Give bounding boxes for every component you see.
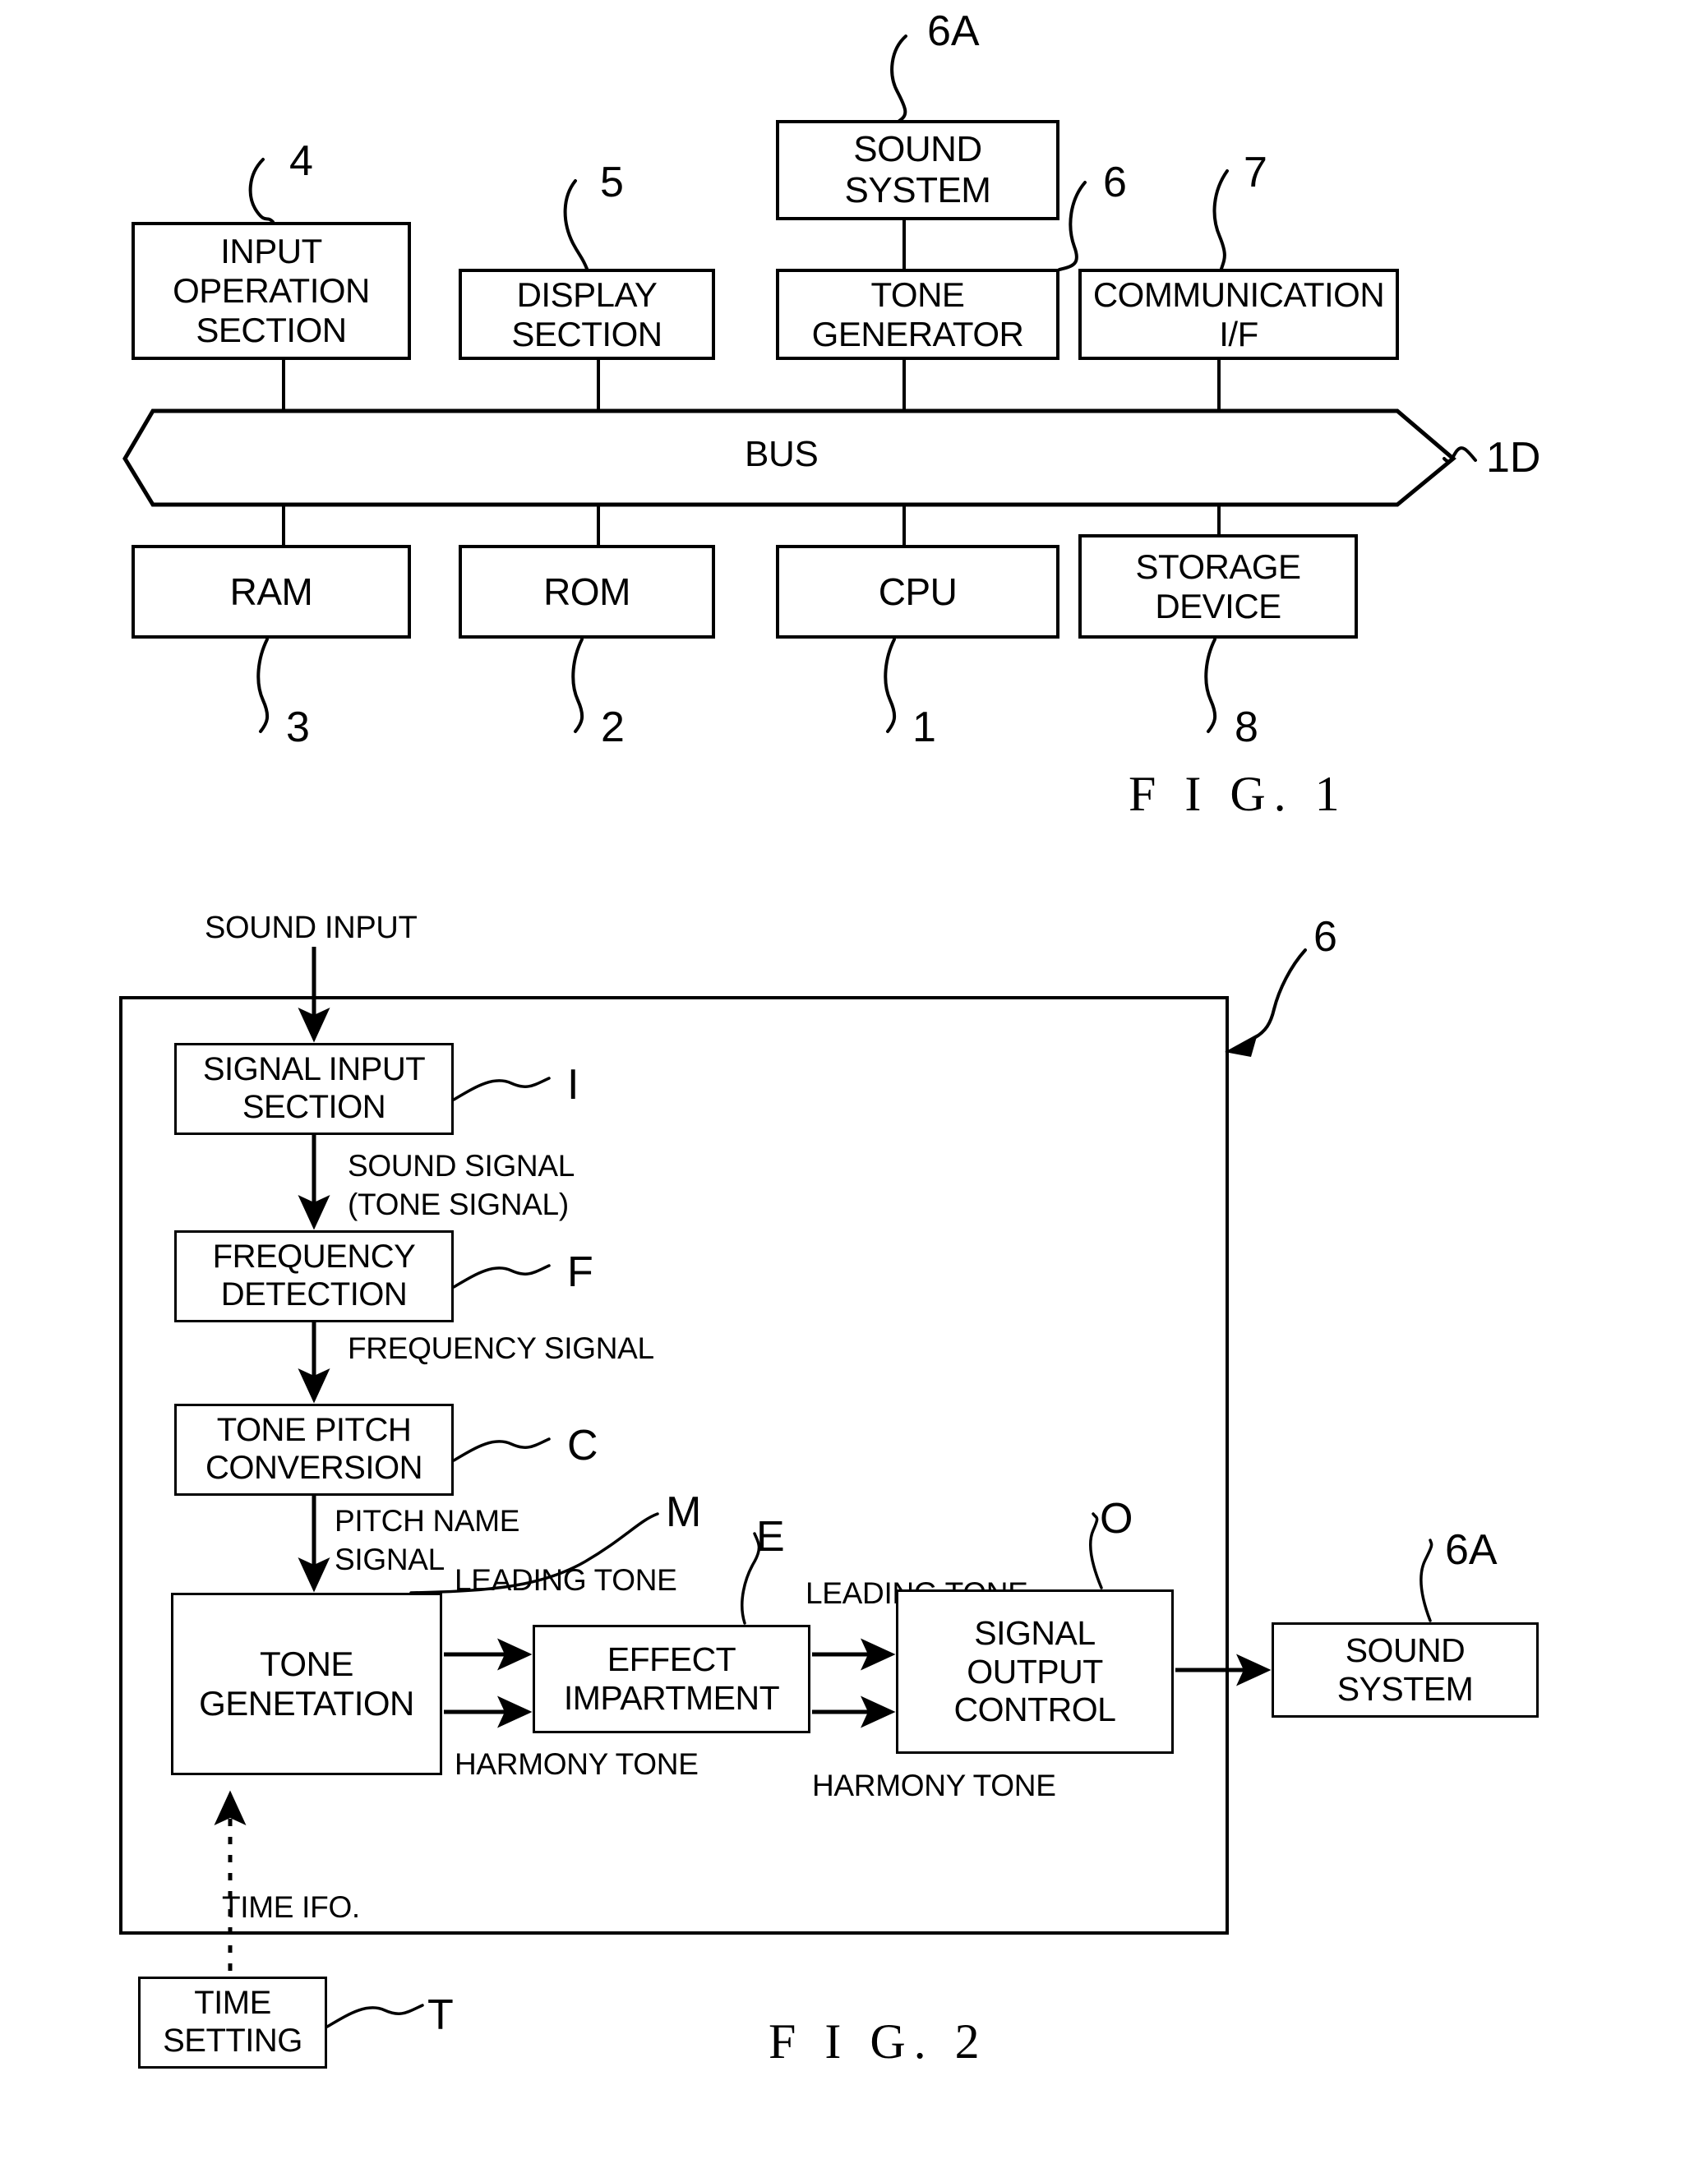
ref-label-o: O: [1100, 1495, 1133, 1543]
box-cpu: CPU: [776, 545, 1059, 639]
ref-label-f: F: [567, 1248, 593, 1296]
label-time-info: TIME IFO.: [222, 1890, 360, 1924]
sound-input-label: SOUND INPUT: [205, 911, 418, 945]
box-ram: RAM: [132, 545, 411, 639]
box-time-setting-line1: TIME: [194, 1985, 271, 2022]
box-sound-system-fig1-line1: SOUND: [853, 128, 982, 169]
label-harmony-tone-right: HARMONY TONE: [812, 1769, 1056, 1802]
box-signal-output-control-line1: SIGNAL: [974, 1613, 1096, 1652]
ref-label-i: I: [567, 1061, 579, 1109]
ref-label-3: 3: [286, 704, 310, 751]
connector-tone-generator-to-bus: [902, 360, 906, 411]
label-frequency-signal: FREQUENCY SIGNAL: [348, 1331, 654, 1365]
connector-display-to-bus: [597, 360, 600, 411]
box-storage-device: STORAGE DEVICE: [1078, 534, 1358, 639]
label-sound-signal-1: SOUND SIGNAL: [348, 1149, 575, 1183]
box-signal-output-control-line2: OUTPUT: [967, 1652, 1103, 1691]
box-tone-generation-line1: TONE: [260, 1645, 353, 1684]
label-pitch-name-1: PITCH NAME: [335, 1504, 520, 1538]
box-tone-generator-line1: TONE: [870, 274, 965, 314]
ref-label-1d: 1D: [1486, 434, 1541, 482]
box-signal-input-section-line1: SIGNAL INPUT: [202, 1051, 426, 1088]
box-effect-impartment-line2: IMPARTMENT: [563, 1679, 780, 1717]
box-signal-input-section-line2: SECTION: [242, 1089, 386, 1125]
box-communication-if-line1: COMMUNICATION: [1092, 274, 1385, 314]
box-signal-output-control-line3: CONTROL: [953, 1691, 1116, 1729]
connector-bus-to-rom: [597, 505, 600, 546]
box-cpu-label: CPU: [878, 570, 958, 613]
box-tone-generation: TONE GENETATION: [171, 1593, 442, 1775]
box-rom-label: ROM: [543, 570, 630, 613]
label-pitch-name-2: SIGNAL: [335, 1543, 445, 1576]
ref-label-6a-fig1: 6A: [927, 7, 980, 55]
ref-label-6-fig1: 6: [1103, 159, 1127, 206]
box-rom: ROM: [459, 545, 715, 639]
box-tone-pitch-conversion-line2: CONVERSION: [205, 1450, 422, 1486]
box-tone-pitch-conversion-line1: TONE PITCH: [216, 1412, 412, 1449]
ref-label-e: E: [756, 1513, 785, 1561]
box-sound-system-fig2: SOUND SYSTEM: [1272, 1622, 1539, 1718]
box-sound-system-fig2-line2: SYSTEM: [1336, 1670, 1474, 1708]
connector-bus-to-ram: [282, 505, 285, 546]
box-time-setting: TIME SETTING: [138, 1977, 327, 2069]
label-leading-tone-left: LEADING TONE: [455, 1563, 677, 1597]
ref-label-6-fig2: 6: [1313, 913, 1337, 961]
ref-6-arrowhead: [1225, 1034, 1258, 1057]
box-display-section-line2: SECTION: [511, 314, 662, 353]
box-tone-generator-line2: GENERATOR: [811, 314, 1024, 353]
ref-label-2: 2: [601, 704, 625, 751]
ref-label-1: 1: [912, 704, 936, 751]
connector-communication-to-bus: [1217, 360, 1221, 411]
box-effect-impartment: EFFECT IMPARTMENT: [533, 1625, 810, 1733]
ref-label-t: T: [427, 1991, 454, 2039]
box-display-section-line1: DISPLAY: [516, 274, 658, 314]
box-input-operation-line1: INPUT: [220, 232, 322, 271]
box-frequency-detection-line1: FREQUENCY: [212, 1239, 416, 1276]
box-tone-generator: TONE GENERATOR: [776, 269, 1059, 360]
connector-input-operation-to-bus: [282, 360, 285, 411]
patent-figure-sheet: 6A SOUND SYSTEM 4 5 6 7 INPUT OPERATION …: [0, 0, 1708, 2159]
box-time-setting-line2: SETTING: [163, 2023, 302, 2059]
box-sound-system-fig1: SOUND SYSTEM: [776, 120, 1059, 220]
box-storage-device-line1: STORAGE: [1135, 547, 1301, 586]
box-input-operation-section: INPUT OPERATION SECTION: [132, 222, 411, 360]
ref-label-8: 8: [1235, 704, 1258, 751]
box-sound-system-fig2-line1: SOUND: [1345, 1631, 1466, 1670]
ref-label-4: 4: [289, 137, 313, 185]
box-display-section: DISPLAY SECTION: [459, 269, 715, 360]
box-tone-pitch-conversion: TONE PITCH CONVERSION: [174, 1404, 454, 1496]
connector-bus-to-cpu: [902, 505, 906, 546]
ref-label-6a-fig2: 6A: [1445, 1526, 1498, 1574]
box-input-operation-line2: OPERATION: [173, 271, 370, 311]
label-harmony-tone-left: HARMONY TONE: [455, 1747, 699, 1781]
ref-label-7: 7: [1244, 149, 1267, 196]
box-signal-input-section: SIGNAL INPUT SECTION: [174, 1043, 454, 1135]
box-communication-if-line2: I/F: [1219, 314, 1258, 353]
bus-label: BUS: [745, 434, 819, 474]
ref-label-c: C: [567, 1422, 598, 1469]
box-effect-impartment-line1: EFFECT: [607, 1640, 736, 1679]
box-frequency-detection-line2: DETECTION: [220, 1276, 408, 1312]
box-frequency-detection: FREQUENCY DETECTION: [174, 1230, 454, 1322]
box-input-operation-line3: SECTION: [196, 310, 347, 349]
box-tone-generation-line2: GENETATION: [199, 1684, 414, 1723]
box-ram-label: RAM: [229, 570, 313, 613]
box-signal-output-control: SIGNAL OUTPUT CONTROL: [896, 1589, 1174, 1754]
box-storage-device-line2: DEVICE: [1155, 586, 1281, 625]
box-communication-if: COMMUNICATION I/F: [1078, 269, 1399, 360]
ref-label-m: M: [666, 1488, 702, 1536]
figure1-caption: F I G. 1: [1129, 767, 1348, 821]
box-sound-system-fig1-line2: SYSTEM: [844, 170, 991, 210]
connector-sound-system-to-tone-generator: [902, 220, 906, 270]
ref-label-5: 5: [600, 159, 624, 206]
label-sound-signal-2: (TONE SIGNAL): [348, 1188, 569, 1221]
figure2-caption: F I G. 2: [769, 2014, 988, 2069]
